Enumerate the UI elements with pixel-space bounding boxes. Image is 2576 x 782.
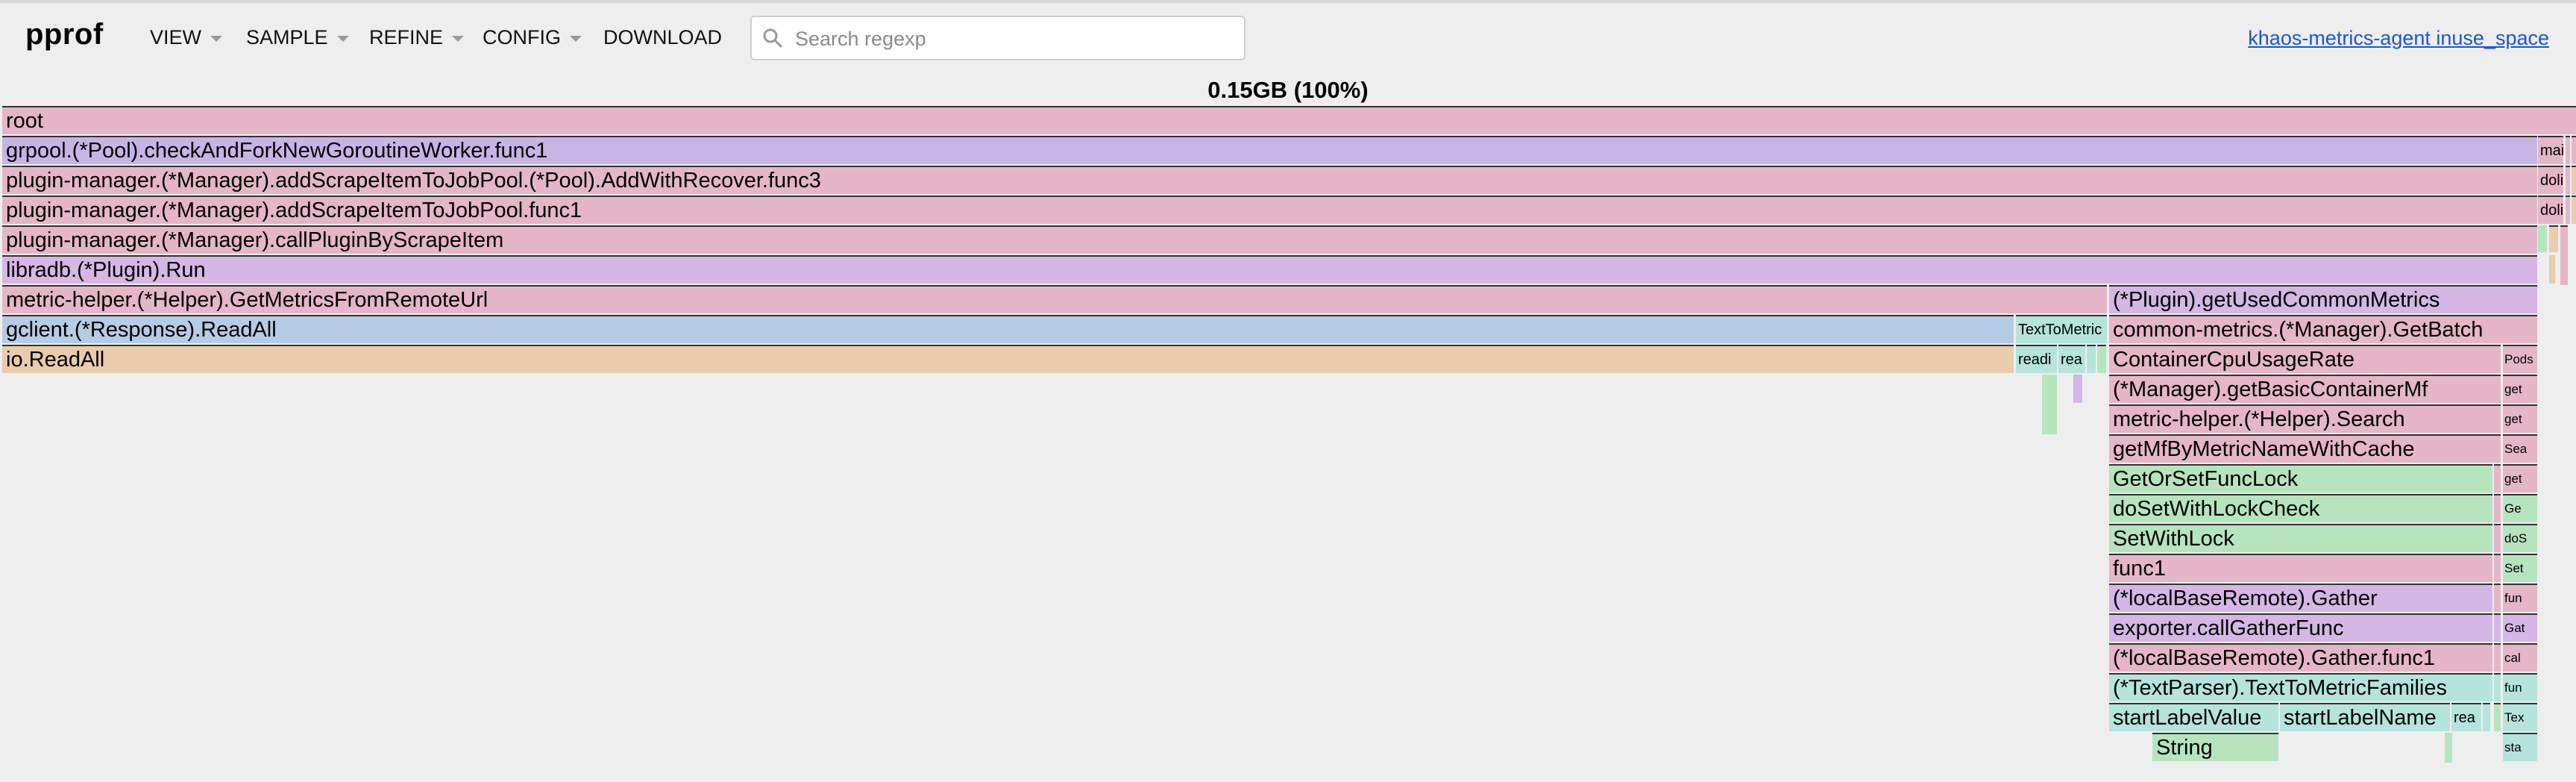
flame-frame[interactable] — [2572, 196, 2576, 224]
flame-frame[interactable]: (*TextParser).TextToMetricFamilies — [2109, 673, 2492, 701]
flame-frame[interactable] — [2494, 703, 2501, 731]
flame-frame[interactable] — [2566, 196, 2570, 224]
flame-frame[interactable]: get — [2503, 404, 2537, 433]
flame-frame[interactable]: (*localBaseRemote).Gather.func1 — [2109, 643, 2492, 672]
flame-frame[interactable]: libradb.(*Plugin).Run — [2, 255, 2537, 284]
flame-frame[interactable]: Gat — [2503, 613, 2537, 642]
flame-frame[interactable]: (*localBaseRemote).Gather — [2109, 584, 2492, 612]
flame-frame[interactable]: GetOrSetFuncLock — [2109, 464, 2492, 492]
flame-frame[interactable]: ContainerCpuUsageRate — [2109, 345, 2501, 373]
flame-frame[interactable]: doli — [2538, 196, 2563, 224]
flame-frame[interactable]: gclient.(*Response).ReadAll — [2, 315, 2014, 343]
flame-frame[interactable]: Tex — [2503, 703, 2537, 731]
flame-frame[interactable]: (*Plugin).getUsedCommonMetrics — [2109, 285, 2537, 313]
flame-frame[interactable] — [2538, 225, 2547, 252]
flame-frame[interactable]: Pods — [2503, 345, 2537, 373]
flame-frame[interactable] — [2494, 643, 2501, 672]
flame-frame[interactable] — [2549, 255, 2555, 284]
flame-frame[interactable]: getMfByMetricNameWithCache — [2109, 434, 2501, 463]
flame-frame[interactable] — [2073, 375, 2082, 403]
flame-frame[interactable]: readi — [2016, 345, 2057, 373]
flame-frame[interactable]: plugin-manager.(*Manager).callPluginBySc… — [2, 225, 2537, 254]
flame-frame[interactable] — [2494, 613, 2501, 642]
flame-frame[interactable]: root — [2, 106, 2576, 134]
flame-frame[interactable]: (*Manager).getBasicContainerMf — [2109, 375, 2501, 403]
flame-frame[interactable]: doli — [2538, 166, 2563, 194]
flame-frame[interactable]: common-metrics.(*Manager).GetBatch — [2109, 315, 2537, 343]
flame-frame[interactable] — [2494, 584, 2501, 612]
flame-frame[interactable]: TextToMetric — [2016, 315, 2107, 343]
flame-frame[interactable]: rea — [2058, 345, 2085, 373]
flame-frame[interactable]: exporter.callGatherFunc — [2109, 613, 2492, 642]
flame-frame[interactable]: get — [2503, 375, 2537, 403]
flame-frame[interactable]: startLabelValue — [2109, 703, 2278, 731]
flame-frame[interactable]: grpool.(*Pool).checkAndForkNewGoroutineW… — [2, 136, 2537, 164]
flame-frame[interactable] — [2097, 345, 2106, 373]
flame-frame[interactable] — [2494, 554, 2501, 582]
flame-frame[interactable]: sta — [2503, 733, 2537, 761]
flame-frame[interactable] — [2042, 375, 2057, 434]
flame-frame[interactable] — [2572, 136, 2576, 164]
flame-frame[interactable]: Sea — [2503, 434, 2537, 463]
flame-graph: root grpool.(*Pool).checkAndForkNewGorou… — [0, 0, 2576, 782]
flame-frame[interactable] — [2549, 225, 2558, 252]
flame-frame[interactable] — [2483, 703, 2490, 731]
flame-frame[interactable]: metric-helper.(*Helper).Search — [2109, 404, 2501, 433]
flame-frame[interactable]: fun — [2503, 673, 2537, 701]
flame-frame[interactable]: io.ReadAll — [2, 345, 2014, 373]
flame-frame[interactable] — [2494, 673, 2501, 701]
flame-frame[interactable]: plugin-manager.(*Manager).addScrapeItemT… — [2, 196, 2537, 224]
flame-frame[interactable]: fun — [2503, 584, 2537, 612]
flame-frame[interactable] — [2087, 345, 2096, 373]
flame-frame[interactable]: Set — [2503, 554, 2537, 582]
flame-frame[interactable] — [2494, 524, 2501, 552]
flame-frame[interactable]: cal — [2503, 643, 2537, 672]
flame-frame[interactable] — [2566, 166, 2570, 194]
flame-frame[interactable]: doS — [2503, 524, 2537, 552]
flame-frame[interactable]: String — [2152, 733, 2278, 761]
flame-frame[interactable]: func1 — [2109, 554, 2492, 582]
flame-frame[interactable]: rea — [2451, 703, 2481, 731]
flame-frame[interactable]: startLabelName — [2280, 703, 2450, 731]
flame-frame[interactable]: get — [2503, 464, 2537, 492]
flame-frame[interactable]: plugin-manager.(*Manager).addScrapeItemT… — [2, 166, 2537, 194]
flame-frame[interactable] — [2494, 494, 2501, 522]
flame-frame[interactable]: metric-helper.(*Helper).GetMetricsFromRe… — [2, 285, 2107, 313]
flame-frame[interactable]: mai — [2538, 136, 2563, 164]
flame-frame[interactable] — [2560, 225, 2568, 285]
flame-frame[interactable]: doSetWithLockCheck — [2109, 494, 2492, 522]
flame-frame[interactable]: SetWithLock — [2109, 524, 2492, 552]
flame-frame[interactable] — [2445, 733, 2452, 763]
flame-frame[interactable]: Ge — [2503, 494, 2537, 522]
flame-frame[interactable] — [2566, 136, 2570, 164]
flame-frame[interactable] — [2494, 464, 2501, 492]
flame-frame[interactable] — [2572, 166, 2576, 194]
